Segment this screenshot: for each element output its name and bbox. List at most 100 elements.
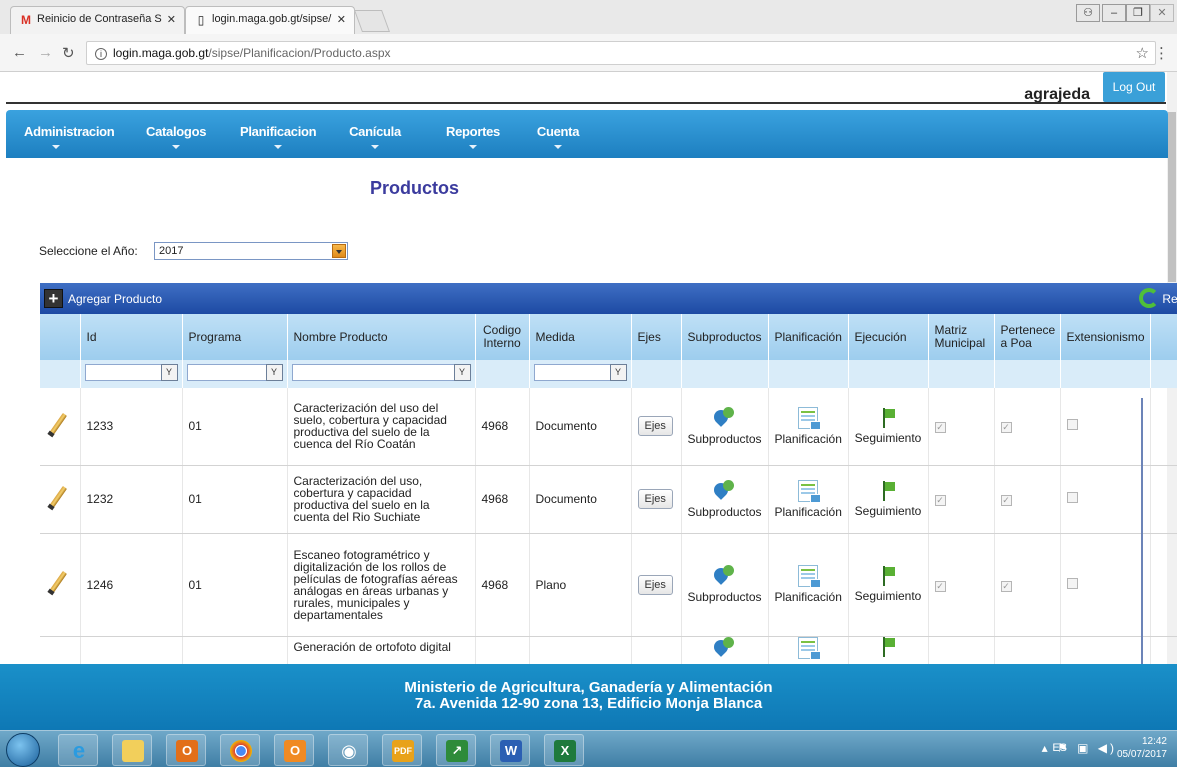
powerpoint-icon: O	[284, 740, 306, 762]
add-icon[interactable]: +	[44, 289, 63, 308]
column-header-extra	[1150, 314, 1177, 360]
column-header-ejes: Ejes	[631, 314, 682, 360]
filter-icon[interactable]: Y	[265, 364, 283, 381]
filter-input-medida[interactable]: Y	[533, 364, 627, 381]
profile-icon[interactable]: ⚇	[1076, 4, 1100, 22]
cell-codigo: 4968	[475, 388, 530, 466]
poa-checkbox: ✓	[1000, 580, 1012, 592]
browser-tab-gmail[interactable]: M Reinicio de Contraseña S ✕	[10, 6, 185, 34]
subproductos-link[interactable]: Subproductos	[681, 388, 769, 466]
chevron-down-icon	[469, 145, 477, 149]
browser-tab-sipse[interactable]: ▯ login.maga.gob.gt/sipse/ ✕	[185, 6, 355, 34]
back-icon[interactable]: ←	[12, 44, 27, 61]
filter-row: Y Y Y Y	[40, 360, 1177, 388]
edit-pencil-icon[interactable]	[46, 485, 68, 511]
start-button[interactable]	[6, 733, 40, 767]
poa-checkbox: ✓	[1000, 422, 1012, 434]
spreadsheet-icon	[798, 565, 821, 588]
refresh-button[interactable]: Refr	[1162, 292, 1177, 306]
filter-input-nombre[interactable]: Y	[291, 364, 471, 381]
taskbar-pdf[interactable]: PDF	[382, 734, 422, 766]
link-label: Seguimiento	[854, 503, 922, 518]
column-header-nombre[interactable]: Nombre Producto	[287, 314, 476, 360]
planificacion-link[interactable]: Planificación	[768, 465, 849, 534]
column-header-medida[interactable]: Medida	[529, 314, 632, 360]
reload-icon[interactable]: ↻	[62, 44, 75, 62]
extensionismo-checkbox	[1066, 419, 1078, 431]
menu-item-catalogos[interactable]: Catalogos	[146, 124, 206, 149]
minimize-button[interactable]: –	[1102, 4, 1126, 22]
menu-item-canicula[interactable]: Canícula	[349, 124, 401, 149]
filter-icon[interactable]: Y	[160, 364, 178, 381]
logout-button[interactable]: Log Out	[1103, 72, 1165, 102]
menu-item-cuenta[interactable]: Cuenta	[536, 124, 580, 149]
taskbar-stats[interactable]: ↗	[436, 734, 476, 766]
year-select[interactable]: 2017	[154, 242, 348, 260]
taskbar-powerpoint[interactable]: O	[274, 734, 314, 766]
menu-label: Planificacion	[240, 124, 317, 139]
system-tray-icons[interactable]: ▴ ⚑ ▣ ◀)	[1042, 741, 1117, 755]
column-header-id[interactable]: Id	[80, 314, 183, 360]
extensionismo-checkbox	[1066, 577, 1078, 589]
planificacion-link[interactable]: Planificación	[768, 533, 849, 637]
taskbar-network[interactable]: ◉	[328, 734, 368, 766]
bookmark-star-icon[interactable]: ☆	[1136, 44, 1149, 62]
taskbar-excel[interactable]: X	[544, 734, 584, 766]
seguimiento-link[interactable]: Seguimiento	[848, 533, 929, 637]
flag-icon[interactable]	[881, 636, 895, 657]
url-host: login.maga.gob.gt	[113, 46, 209, 60]
cell-programa: 01	[182, 533, 288, 637]
header-divider	[6, 102, 1166, 104]
dropdown-arrow-icon[interactable]	[332, 244, 346, 258]
menu-label: Catalogos	[146, 124, 207, 139]
refresh-icon[interactable]	[1139, 288, 1159, 308]
taskbar-outlook[interactable]: O	[166, 734, 206, 766]
subproductos-link[interactable]: Subproductos	[681, 533, 769, 637]
forward-icon[interactable]: →	[38, 44, 53, 61]
word-icon: W	[500, 740, 522, 762]
edit-pencil-icon[interactable]	[46, 412, 68, 438]
year-value: 2017	[159, 245, 184, 257]
filter-input-programa[interactable]: Y	[186, 364, 283, 381]
close-tab-icon[interactable]: ✕	[337, 13, 346, 26]
filter-icon[interactable]: Y	[453, 364, 471, 381]
taskbar-explorer[interactable]	[112, 734, 152, 766]
url-input[interactable]: i login.maga.gob.gt/sipse/Planificacion/P…	[86, 41, 1156, 65]
column-header-codigo[interactable]: Codigo Interno	[475, 314, 530, 360]
info-icon[interactable]: i	[95, 48, 107, 60]
taskbar-chrome[interactable]	[220, 734, 260, 766]
taskbar-ie[interactable]: e	[58, 734, 98, 766]
map-pin-icon	[710, 565, 736, 587]
ejes-button[interactable]: Ejes	[637, 489, 673, 509]
cell-id: 1246	[80, 533, 183, 637]
restore-button[interactable]: ❐	[1126, 4, 1150, 22]
menu-label: Administracion	[24, 124, 115, 139]
column-header-programa[interactable]: Programa	[182, 314, 288, 360]
column-header-planificacion: Planificación	[768, 314, 849, 360]
menu-item-reportes[interactable]: Reportes	[444, 124, 502, 149]
seguimiento-link[interactable]: Seguimiento	[848, 465, 929, 534]
new-tab-button[interactable]	[353, 10, 391, 32]
page-icon: ▯	[197, 13, 205, 27]
filter-input-id[interactable]: Y	[84, 364, 178, 381]
add-product-button[interactable]: Agregar Producto	[68, 292, 162, 306]
seguimiento-link[interactable]: Seguimiento	[848, 388, 929, 466]
ejes-button[interactable]: Ejes	[637, 574, 673, 595]
planificacion-link[interactable]: Planificación	[768, 388, 849, 466]
menu-item-planificacion[interactable]: Planificacion	[240, 124, 317, 149]
taskbar-word[interactable]: W	[490, 734, 530, 766]
menu-item-administracion[interactable]: Administracion	[24, 124, 115, 149]
close-tab-icon[interactable]: ✕	[167, 13, 176, 26]
poa-checkbox: ✓	[1000, 495, 1012, 506]
map-pin-icon	[710, 406, 736, 429]
spreadsheet-icon[interactable]	[798, 636, 821, 660]
filter-icon[interactable]: Y	[609, 364, 627, 381]
browser-menu-icon[interactable]: ⋮	[1154, 44, 1169, 62]
subproductos-link[interactable]: Subproductos	[681, 465, 769, 534]
scrollbar-thumb[interactable]	[1168, 112, 1176, 282]
ejes-button[interactable]: Ejes	[637, 416, 673, 437]
clock[interactable]: 12:42 05/07/2017	[1117, 735, 1167, 761]
close-window-button[interactable]: ✕	[1150, 4, 1174, 22]
map-pin-icon[interactable]	[710, 636, 736, 659]
edit-pencil-icon[interactable]	[46, 570, 68, 596]
